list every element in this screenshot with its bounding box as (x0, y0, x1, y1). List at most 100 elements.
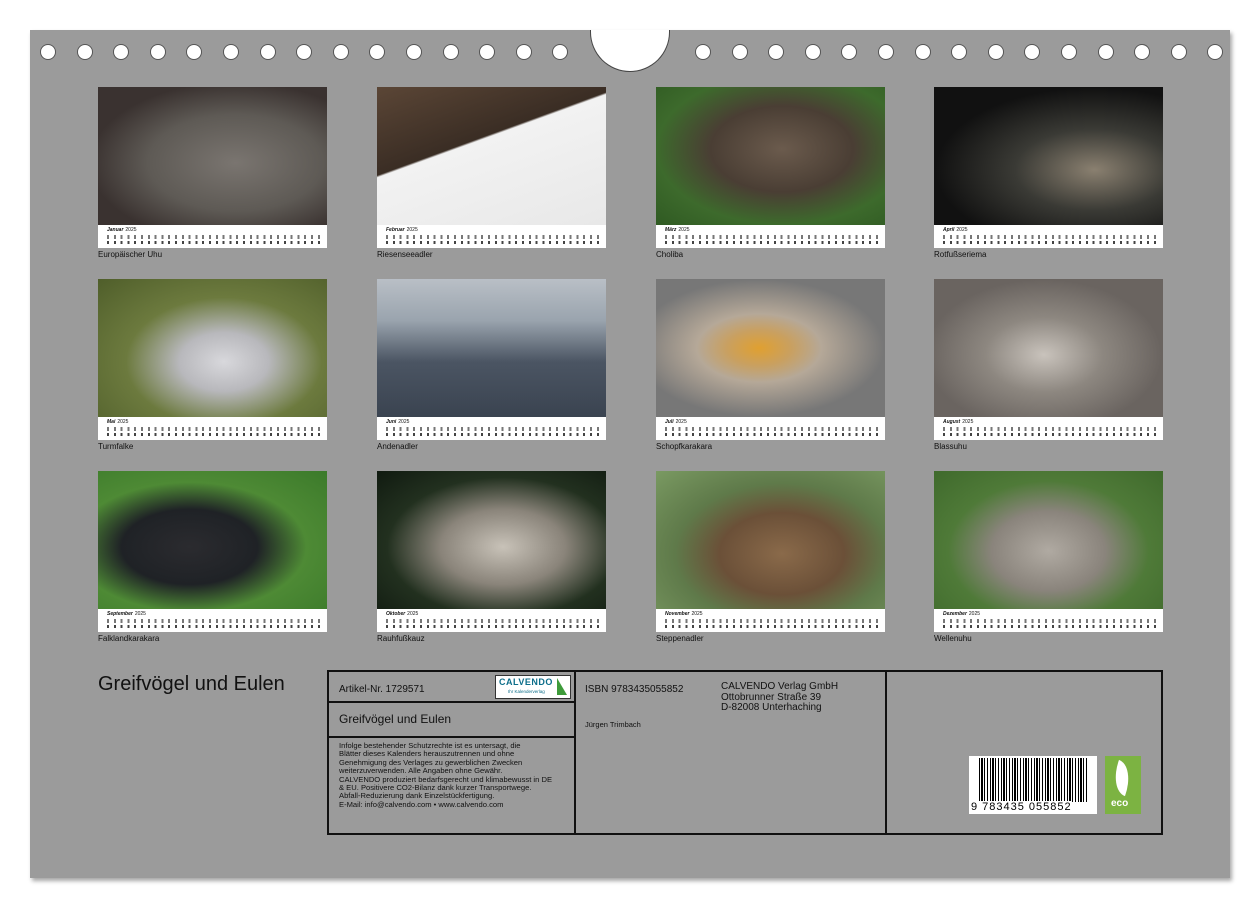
month-label: Januar 2025 (107, 227, 137, 233)
bird-caption: Steppenadler (656, 634, 704, 643)
spiral-hole (1134, 44, 1151, 60)
day-number-row (386, 241, 600, 244)
barcode-number: 9 783435 055852 (971, 801, 1072, 813)
bird-caption: Falklandkarakara (98, 634, 160, 643)
month-card: Oktober 2025 Rauhfußkauz (377, 471, 606, 644)
month-calendar-strip: Mai 2025 (98, 417, 327, 440)
weekday-row (665, 619, 879, 623)
month-card: März 2025 Choliba (656, 87, 885, 260)
bird-caption: Rauhfußkauz (377, 634, 425, 643)
bird-photo (98, 471, 327, 609)
day-number-row (386, 433, 600, 436)
weekday-row (107, 619, 321, 623)
bird-caption: Turmfalke (98, 442, 134, 451)
spiral-hole (442, 44, 459, 60)
month-calendar-strip: März 2025 (656, 225, 885, 248)
month-card: September 2025 Falklandkarakara (98, 471, 327, 644)
spiral-hole (223, 44, 239, 60)
spiral-hole (878, 44, 894, 60)
calvendo-logo: CALVENDO Ihr Kalenderverlag (495, 675, 571, 699)
article-number: Artikel-Nr. 1729571 (339, 684, 425, 695)
bird-photo (98, 87, 327, 225)
day-number-row (665, 625, 879, 628)
month-label: Mai 2025 (107, 419, 129, 425)
bird-photo (377, 279, 606, 417)
bird-caption: Rotfußseriema (934, 250, 987, 259)
month-label: Juni 2025 (386, 419, 410, 425)
month-label: November 2025 (665, 611, 703, 617)
spiral-hole (731, 44, 748, 60)
logo-mark-icon (557, 678, 567, 695)
leaf-icon (1108, 759, 1136, 797)
month-label: Juli 2025 (665, 419, 687, 425)
month-label: August 2025 (943, 419, 974, 425)
month-label: Februar 2025 (386, 227, 418, 233)
weekday-row (665, 427, 879, 431)
spiral-hole (406, 44, 422, 60)
month-calendar-strip: April 2025 (934, 225, 1163, 248)
month-calendar-strip: Januar 2025 (98, 225, 327, 248)
weekday-row (943, 235, 1157, 239)
month-calendar-strip: November 2025 (656, 609, 885, 632)
spiral-hole (186, 44, 203, 60)
spiral-hole (76, 44, 93, 60)
bird-photo (934, 471, 1163, 609)
info-box: Artikel-Nr. 1729571 CALVENDO Ihr Kalende… (327, 670, 1163, 835)
spiral-hole (951, 44, 968, 60)
day-number-row (665, 241, 879, 244)
bird-caption: Andenadler (377, 442, 418, 451)
month-card: November 2025 Steppenadler (656, 471, 885, 644)
spiral-hole (552, 44, 569, 60)
bird-photo (98, 279, 327, 417)
spiral-hole (1024, 44, 1041, 60)
month-calendar-strip: Februar 2025 (377, 225, 606, 248)
spiral-hole (1061, 44, 1077, 60)
month-card: Juli 2025 Schopfkarakara (656, 279, 885, 452)
month-label: Dezember 2025 (943, 611, 981, 617)
bird-photo (656, 87, 885, 225)
barcode-bars (979, 758, 1087, 802)
spiral-hole (1207, 44, 1224, 60)
month-card: Januar 2025 Europäischer Uhu (98, 87, 327, 260)
bird-photo (656, 279, 885, 417)
spiral-hole (113, 44, 130, 60)
spiral-hole (804, 44, 821, 60)
eco-badge: eco (1105, 756, 1141, 814)
author: Jürgen Trimbach (585, 720, 641, 729)
month-label: März 2025 (665, 227, 690, 233)
day-number-row (943, 241, 1157, 244)
weekday-row (107, 235, 321, 239)
month-card: Februar 2025 Riesenseeadler (377, 87, 606, 260)
bird-photo (377, 87, 606, 225)
spiral-hole (479, 44, 496, 60)
spiral-hole (1170, 44, 1187, 60)
publisher-address: CALVENDO Verlag GmbH Ottobrunner Straße … (721, 681, 839, 713)
product-title: Greifvögel und Eulen (339, 712, 452, 726)
day-number-row (943, 433, 1157, 436)
calendar-title: Greifvögel und Eulen (98, 673, 285, 695)
day-number-row (943, 625, 1157, 628)
month-card: Mai 2025 Turmfalke (98, 279, 327, 452)
spiral-hole (768, 44, 785, 60)
day-number-row (665, 433, 879, 436)
month-calendar-strip: Dezember 2025 (934, 609, 1163, 632)
spiral-hole (1097, 44, 1114, 60)
spiral-hole (914, 44, 931, 60)
month-label: Oktober 2025 (386, 611, 419, 617)
weekday-row (386, 235, 600, 239)
spiral-hole (515, 44, 532, 60)
weekday-row (665, 235, 879, 239)
month-card: Dezember 2025 Wellenuhu (934, 471, 1163, 644)
day-number-row (107, 241, 321, 244)
legal-notice: Infolge bestehender Schutzrechte ist es … (339, 741, 571, 809)
bird-caption: Europäischer Uhu (98, 250, 163, 259)
spiral-hole (332, 44, 349, 60)
spiral-hole (841, 44, 858, 60)
spiral-hole (149, 44, 166, 60)
month-calendar-strip: September 2025 (98, 609, 327, 632)
month-label: September 2025 (107, 611, 146, 617)
isbn: ISBN 9783435055852 (585, 684, 684, 695)
bird-photo (934, 279, 1163, 417)
spiral-hole (259, 44, 276, 60)
bird-caption: Schopfkarakara (656, 442, 713, 451)
